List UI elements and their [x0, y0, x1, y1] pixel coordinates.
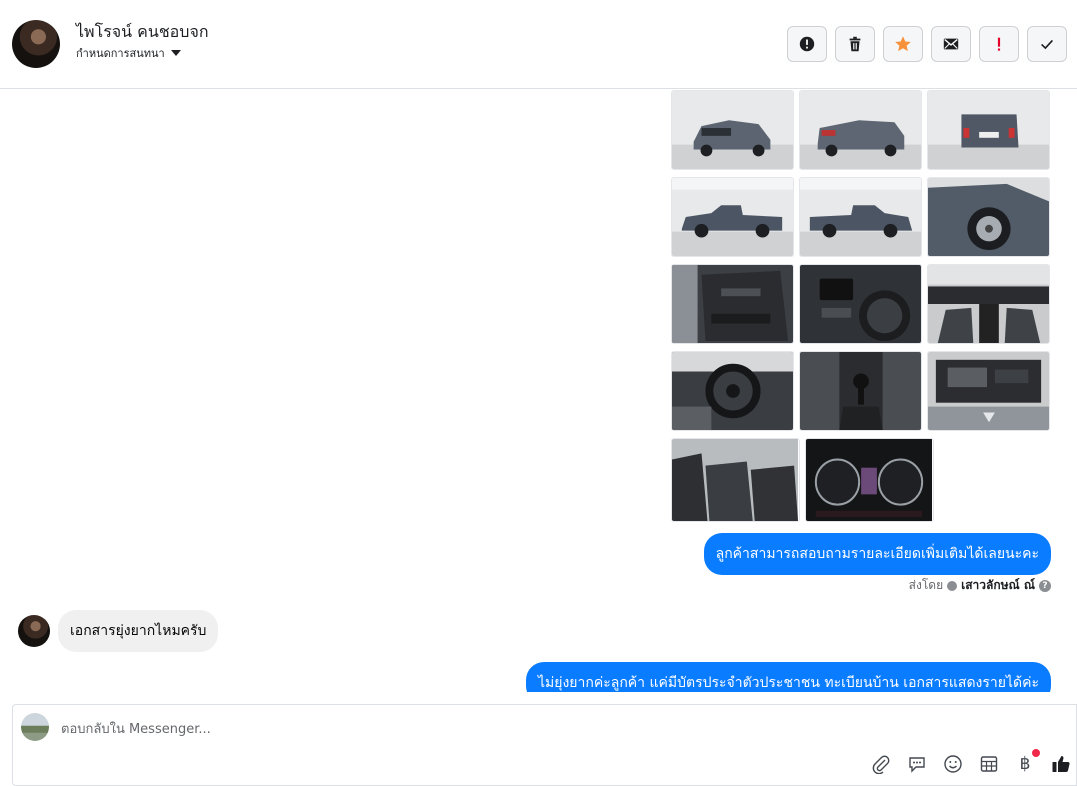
- message-thread[interactable]: ลูกค้าสามารถสอบถามรายละเอียดเพิ่มเติมได้…: [0, 89, 1077, 692]
- exclamation-icon: [997, 37, 1001, 51]
- photo-thumbnail[interactable]: [927, 177, 1050, 257]
- envelope-icon: [943, 38, 959, 50]
- photo-image: [672, 352, 793, 430]
- photo-thumbnail[interactable]: [799, 90, 922, 170]
- photo-image: [672, 265, 793, 343]
- attachment-button[interactable]: [870, 753, 892, 775]
- photo-image: [672, 439, 799, 521]
- photo-image: [672, 91, 793, 169]
- attachment-icon: [872, 755, 890, 774]
- composer-tools: ฿: [870, 749, 1072, 775]
- photo-image: [800, 91, 921, 169]
- photo-image: [800, 265, 921, 343]
- photo-thumbnail[interactable]: [671, 264, 794, 344]
- header-actions: [787, 26, 1067, 62]
- delete-button[interactable]: [835, 26, 875, 62]
- sent-by-agent[interactable]: เสาวลักษณ์ ณ์: [961, 576, 1035, 595]
- photo-thumbnail[interactable]: [927, 90, 1050, 170]
- photo-thumbnail[interactable]: [671, 90, 794, 170]
- reply-composer: ฿: [12, 704, 1077, 786]
- contact-name[interactable]: ไพโรจน์ คนชอบจก: [76, 20, 209, 45]
- report-spam-button[interactable]: [787, 26, 827, 62]
- photo-thumbnail[interactable]: [671, 351, 794, 431]
- photo-image: [928, 178, 1049, 256]
- photo-image: [928, 265, 1049, 343]
- conversation-setting-label: กำหนดการสนทนา: [76, 47, 165, 60]
- photo-image: [800, 352, 921, 430]
- mark-unread-button[interactable]: [931, 26, 971, 62]
- conversation-header: ไพโรจน์ คนชอบจก กำหนดการสนทนา: [0, 0, 1077, 89]
- photo-thumbnail[interactable]: [927, 351, 1050, 431]
- incoming-message[interactable]: เอกสารยุ่งยากไหมครับ: [58, 610, 219, 652]
- outgoing-message[interactable]: ลูกค้าสามารถสอบถามรายละเอียดเพิ่มเติมได้…: [703, 533, 1051, 575]
- reply-input[interactable]: [61, 719, 761, 739]
- check-icon: [1041, 39, 1053, 50]
- photo-thumbnail[interactable]: [671, 438, 800, 522]
- saved-reply-icon: [909, 757, 925, 773]
- verified-icon: [947, 580, 958, 591]
- photo-image: [928, 91, 1049, 169]
- table-icon: [980, 756, 998, 772]
- photo-image: [800, 178, 921, 256]
- contact-avatar-small: [18, 615, 50, 647]
- photo-thumbnail[interactable]: [671, 177, 794, 257]
- photo-thumbnail[interactable]: [927, 264, 1050, 344]
- photo-thumbnail[interactable]: [799, 264, 922, 344]
- photo-image: [672, 178, 793, 256]
- table-button[interactable]: [978, 753, 1000, 775]
- baht-icon: ฿: [1019, 754, 1031, 774]
- page-avatar: [21, 713, 49, 741]
- emoji-icon: [944, 755, 962, 773]
- notification-dot: [1032, 749, 1040, 757]
- like-button[interactable]: [1050, 753, 1072, 775]
- conversation-setting-dropdown[interactable]: กำหนดการสนทนา: [76, 44, 181, 62]
- photo-thumbnail[interactable]: [799, 351, 922, 431]
- caret-down-icon: [170, 50, 181, 56]
- thumbs-up-icon: [1052, 756, 1070, 772]
- mark-done-button[interactable]: [1027, 26, 1067, 62]
- photo-thumbnail[interactable]: [799, 177, 922, 257]
- sent-by-line: ส่งโดย เสาวลักษณ์ ณ์ ?: [909, 576, 1051, 595]
- photo-image: [928, 352, 1049, 430]
- help-icon[interactable]: ?: [1039, 579, 1051, 592]
- star-icon: [895, 36, 911, 52]
- star-button[interactable]: [883, 26, 923, 62]
- saved-reply-button[interactable]: [906, 753, 928, 775]
- emoji-button[interactable]: [942, 753, 964, 775]
- sent-by-label: ส่งโดย: [908, 578, 944, 592]
- outgoing-message[interactable]: ไม่ยุ่งยากค่ะลูกค้า แค่มีบัตรประจำตัวประ…: [526, 662, 1051, 692]
- alert-circle-icon: [799, 36, 815, 52]
- trash-icon: [849, 36, 861, 52]
- follow-up-button[interactable]: [979, 26, 1019, 62]
- photo-thumbnail[interactable]: [805, 438, 934, 522]
- payment-button[interactable]: ฿: [1014, 749, 1040, 775]
- contact-avatar[interactable]: [12, 20, 60, 68]
- photo-image: [806, 439, 933, 521]
